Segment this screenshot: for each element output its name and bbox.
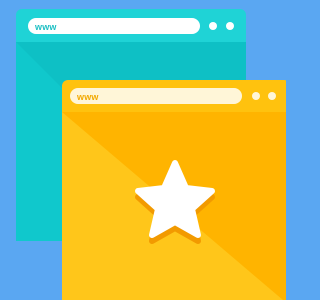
back-control-dot [209,22,217,30]
back-control-dot [226,22,234,30]
illustration: www www [0,0,286,300]
front-control-dot [268,92,276,100]
front-browser-window: www [62,80,286,300]
browser-windows-illustration: www www [16,9,286,300]
front-url-text: www [76,92,99,102]
front-control-dot [252,92,260,100]
back-url-text: www [34,22,57,32]
